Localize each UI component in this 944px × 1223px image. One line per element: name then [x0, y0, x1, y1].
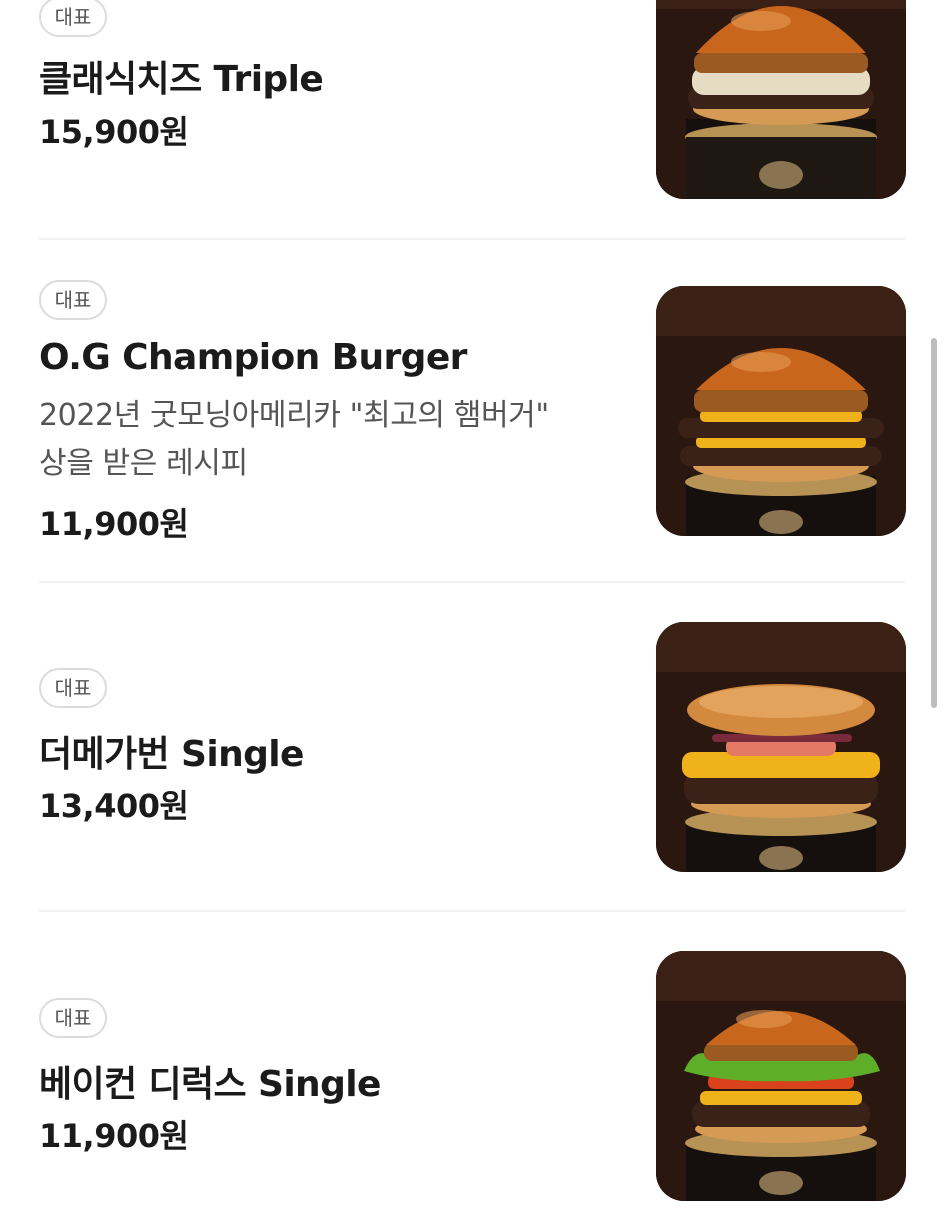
signature-badge: 대표	[39, 0, 107, 37]
classic-cheese-burger-photo	[656, 0, 906, 199]
signature-badge: 대표	[39, 668, 107, 708]
menu-item-classic-cheese-triple[interactable]: 대표 클래식치즈 Triple 15,900원	[0, 0, 944, 237]
signature-badge: 대표	[39, 998, 107, 1038]
item-price: 11,900원	[39, 1117, 189, 1155]
divider	[39, 238, 905, 240]
item-description-line: 상을 받은 레시피	[39, 446, 248, 481]
menu-item-og-champion-burger[interactable]: 대표 O.G Champion Burger 2022년 굿모닝아메리카 "최고…	[0, 279, 944, 579]
item-name: 클래식치즈 Triple	[39, 59, 324, 100]
divider	[39, 910, 905, 912]
signature-badge: 대표	[39, 280, 107, 320]
menu-item-mega-bun-single[interactable]: 대표 더메가번 Single 13,400원	[0, 622, 944, 908]
item-price: 11,900원	[39, 505, 189, 543]
item-name: 베이컨 디럭스 Single	[39, 1064, 381, 1105]
scrollbar[interactable]	[931, 338, 937, 708]
bacon-deluxe-burger-photo	[656, 951, 906, 1201]
item-description: 2022년 굿모닝아메리카 "최고의 햄버거" 상을 받은 레시피	[39, 392, 629, 488]
divider	[39, 581, 905, 583]
item-description-line: 2022년 굿모닝아메리카 "최고의 햄버거"	[39, 398, 549, 433]
menu-item-bacon-deluxe-single[interactable]: 대표 베이컨 디럭스 Single 11,900원	[0, 951, 944, 1223]
item-name: O.G Champion Burger	[39, 337, 467, 378]
item-price: 15,900원	[39, 113, 189, 151]
item-price: 13,400원	[39, 787, 189, 825]
item-name: 더메가번 Single	[39, 734, 304, 775]
og-champion-burger-photo	[656, 286, 906, 536]
mega-bun-burger-photo	[656, 622, 906, 872]
menu-list: 대표 클래식치즈 Triple 15,900원 대표 O.G Champion …	[0, 0, 944, 1223]
